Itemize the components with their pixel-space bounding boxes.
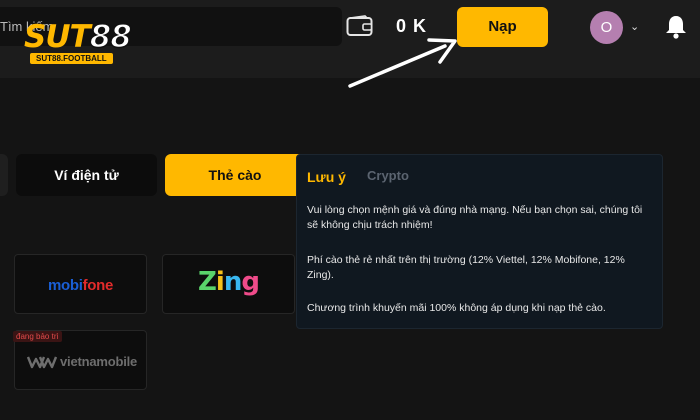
logo-subtitle: SUT88.FOOTBALL xyxy=(30,53,113,64)
arrow-annotation-icon xyxy=(348,38,457,88)
deposit-button[interactable]: Nạp xyxy=(457,7,548,47)
maintenance-badge: đang bảo trì xyxy=(13,331,62,342)
vietnamobile-logo-text: vietnamobile xyxy=(60,354,138,369)
note-paragraph: Chương trình khuyến mãi 100% không áp dụ… xyxy=(307,302,606,314)
tab-crypto[interactable]: Crypto xyxy=(367,168,409,183)
tab-scratch-card[interactable]: Thẻ cào xyxy=(165,154,305,196)
avatar[interactable]: O xyxy=(590,11,623,44)
card-mobifone[interactable]: mobifone xyxy=(14,254,147,314)
chevron-down-icon[interactable]: ⌄ xyxy=(630,20,639,33)
tab-previous[interactable] xyxy=(0,154,8,196)
zing-logo: Zing xyxy=(198,267,260,297)
bell-icon[interactable] xyxy=(664,14,688,40)
tab-note[interactable]: Lưu ý xyxy=(307,169,346,185)
tab-e-wallet[interactable]: Ví điện tử xyxy=(16,154,157,196)
note-panel: Lưu ý Crypto Vui lòng chọn mệnh giá và đ… xyxy=(296,154,663,329)
card-zing[interactable]: Zing xyxy=(162,254,295,314)
note-paragraph: Vui lòng chọn mệnh giá và đúng nhà mạng.… xyxy=(307,204,643,231)
mobifone-logo: mobifone xyxy=(47,277,114,294)
site-logo[interactable]: SUT88 SUT88.FOOTBALL xyxy=(24,19,166,66)
note-paragraph: Phí cào thẻ rẻ nhất trên thị trường (12%… xyxy=(307,254,625,281)
vietnamobile-icon xyxy=(27,356,57,369)
logo-wordmark: SUT88 xyxy=(24,19,133,55)
